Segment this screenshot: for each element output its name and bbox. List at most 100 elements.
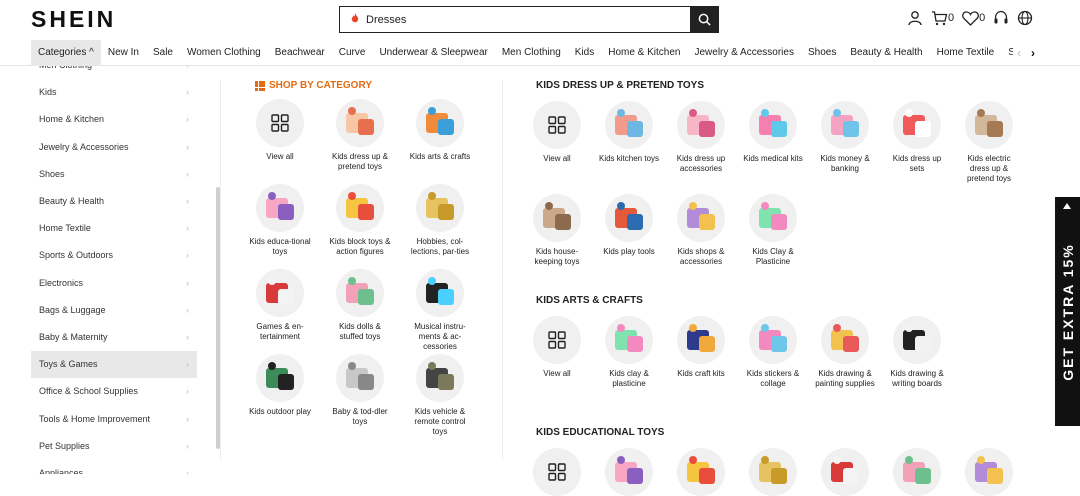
clay-icon (605, 316, 653, 364)
sidebar-item[interactable]: Tools & Home Improvement › (31, 406, 197, 433)
divider (502, 80, 503, 460)
account-icon[interactable] (907, 10, 923, 26)
play-tools-icon (605, 194, 653, 242)
sidebar-item[interactable]: Electronics › (31, 270, 197, 297)
category-item[interactable] (741, 448, 805, 496)
category-item[interactable]: Kids dress up & pretend toys (328, 99, 392, 172)
category-item[interactable]: Kids dolls & stuffed toys (328, 269, 392, 342)
sidebar-item-label: Sports & Outdoors (39, 250, 114, 261)
category-item[interactable] (597, 448, 661, 496)
category-item[interactable]: View all (525, 101, 589, 164)
category-item[interactable]: Kids dress up accessories (669, 101, 733, 174)
nav-item[interactable]: Men Clothing (495, 40, 568, 66)
sidebar-item[interactable]: Kids › (31, 79, 197, 106)
category-label: Kids vehicle & remote control toys (414, 407, 466, 436)
block-toys-icon (677, 448, 725, 496)
globe-icon[interactable] (1017, 10, 1033, 26)
sidebar-item[interactable]: Toys & Games › (31, 351, 197, 379)
nav-item[interactable]: Beachwear (268, 40, 332, 66)
category-item[interactable]: Kids medical kits (741, 101, 805, 164)
category-item[interactable]: Kids kitchen toys (597, 101, 661, 164)
category-item[interactable]: Kids educa-tional toys (248, 184, 312, 257)
category-item[interactable]: Kids shops & accessories (669, 194, 733, 267)
category-label: Kids money & banking (820, 154, 870, 173)
search-button[interactable] (690, 6, 719, 33)
category-label: Baby & tod-dler toys (332, 407, 388, 426)
pretend-toys-icon (336, 99, 384, 147)
category-item[interactable] (813, 448, 877, 496)
logo[interactable]: SHEIN (31, 6, 116, 33)
section-title: KIDS EDUCATIONAL TOYS (536, 427, 665, 438)
sidebar-item[interactable]: Pet Supplies › (31, 433, 197, 460)
toy-gun-icon (256, 354, 304, 402)
category-item[interactable]: Kids drawing & writing boards (885, 316, 949, 389)
sidebar-item-label: Shoes (39, 168, 65, 179)
category-item[interactable]: Kids stickers & collage (741, 316, 805, 389)
sidebar-item-label: Men Clothing (39, 66, 92, 70)
category-label: Games & en-tertainment (256, 322, 304, 341)
nav-item[interactable]: Shoes (801, 40, 843, 66)
cash-register-icon (821, 101, 869, 149)
nav-item[interactable]: Curve (332, 40, 373, 66)
chevron-right-icon: › (186, 359, 189, 370)
category-item[interactable]: Musical instru-ments & ac-cessories (408, 269, 472, 352)
nav-next-button[interactable]: › (1031, 46, 1035, 60)
nav-prev-button[interactable]: ‹ (1017, 46, 1021, 60)
nav-item[interactable]: Sport (1001, 40, 1013, 66)
support-icon[interactable] (993, 10, 1009, 26)
sidebar-item[interactable]: Home Textile › (31, 215, 197, 242)
nav-item[interactable]: Home & Kitchen (601, 40, 687, 66)
sidebar-item[interactable]: Home & Kitchen › (31, 106, 197, 133)
nav-item[interactable]: Women Clothing (180, 40, 268, 66)
category-item[interactable]: View all (525, 316, 589, 379)
categories-menu-button[interactable]: Categories ^ (31, 40, 101, 66)
category-item[interactable]: Baby & tod-dler toys (328, 354, 392, 427)
wishlist-count: 0 (979, 12, 986, 24)
category-item[interactable]: Kids Clay & Plasticine (741, 194, 805, 267)
category-item[interactable]: View all (248, 99, 312, 162)
sidebar-item[interactable]: Appliances › (31, 460, 197, 474)
category-item[interactable] (885, 448, 949, 496)
category-item[interactable]: Kids clay & plasticine (597, 316, 661, 389)
sidebar-item[interactable]: Shoes › (31, 161, 197, 188)
category-item[interactable]: Kids drawing & painting supplies (813, 316, 877, 389)
category-item[interactable]: Kids craft kits (669, 316, 733, 379)
sidebar-item[interactable]: Beauty & Health › (31, 188, 197, 215)
grid-icon (533, 101, 581, 149)
category-item[interactable]: Kids house-keeping toys (525, 194, 589, 267)
sidebar-item[interactable]: Men Clothing › (31, 66, 197, 79)
nav-item[interactable]: Beauty & Health (843, 40, 929, 66)
search-input[interactable]: Dresses (366, 14, 690, 26)
nav-item[interactable]: Jewelry & Accessories (687, 40, 800, 66)
category-item[interactable]: Kids electric dress up & pretend toys (957, 101, 1021, 184)
category-item[interactable] (669, 448, 733, 496)
category-item[interactable]: Games & en-tertainment (248, 269, 312, 342)
category-item[interactable] (957, 448, 1021, 496)
hobbies-icon (749, 448, 797, 496)
nav-item[interactable]: Kids (568, 40, 601, 66)
promo-tab[interactable]: GET EXTRA 15% (1055, 197, 1080, 426)
category-item[interactable]: Kids arts & crafts (408, 99, 472, 162)
search-bar[interactable]: Dresses (339, 6, 719, 33)
category-item[interactable]: Kids dress up sets (885, 101, 949, 174)
arts-crafts-icon (416, 99, 464, 147)
sidebar-item[interactable]: Bags & Luggage › (31, 297, 197, 324)
category-item[interactable]: Kids outdoor play (248, 354, 312, 417)
sidebar-item[interactable]: Baby & Maternity › (31, 324, 197, 351)
cart-button[interactable]: 0 (931, 10, 954, 26)
sidebar-item[interactable]: Office & School Supplies › (31, 378, 197, 405)
nav-item[interactable]: Home Textile (930, 40, 1002, 66)
nav-item[interactable]: New In (101, 40, 146, 66)
wishlist-button[interactable]: 0 (962, 10, 986, 26)
nav-item[interactable]: Underwear & Sleepwear (372, 40, 494, 66)
sidebar-item[interactable]: Jewelry & Accessories › (31, 134, 197, 161)
chevron-right-icon: › (186, 141, 189, 152)
category-item[interactable]: Hobbies, col-lections, par-ties (408, 184, 472, 257)
category-item[interactable]: Kids money & banking (813, 101, 877, 174)
category-item[interactable] (525, 448, 589, 496)
sidebar-item[interactable]: Sports & Outdoors › (31, 242, 197, 269)
category-item[interactable]: Kids play tools (597, 194, 661, 257)
category-item[interactable]: Kids block toys & action figures (328, 184, 392, 257)
nav-item[interactable]: Sale (146, 40, 180, 66)
category-item[interactable]: Kids vehicle & remote control toys (408, 354, 472, 437)
